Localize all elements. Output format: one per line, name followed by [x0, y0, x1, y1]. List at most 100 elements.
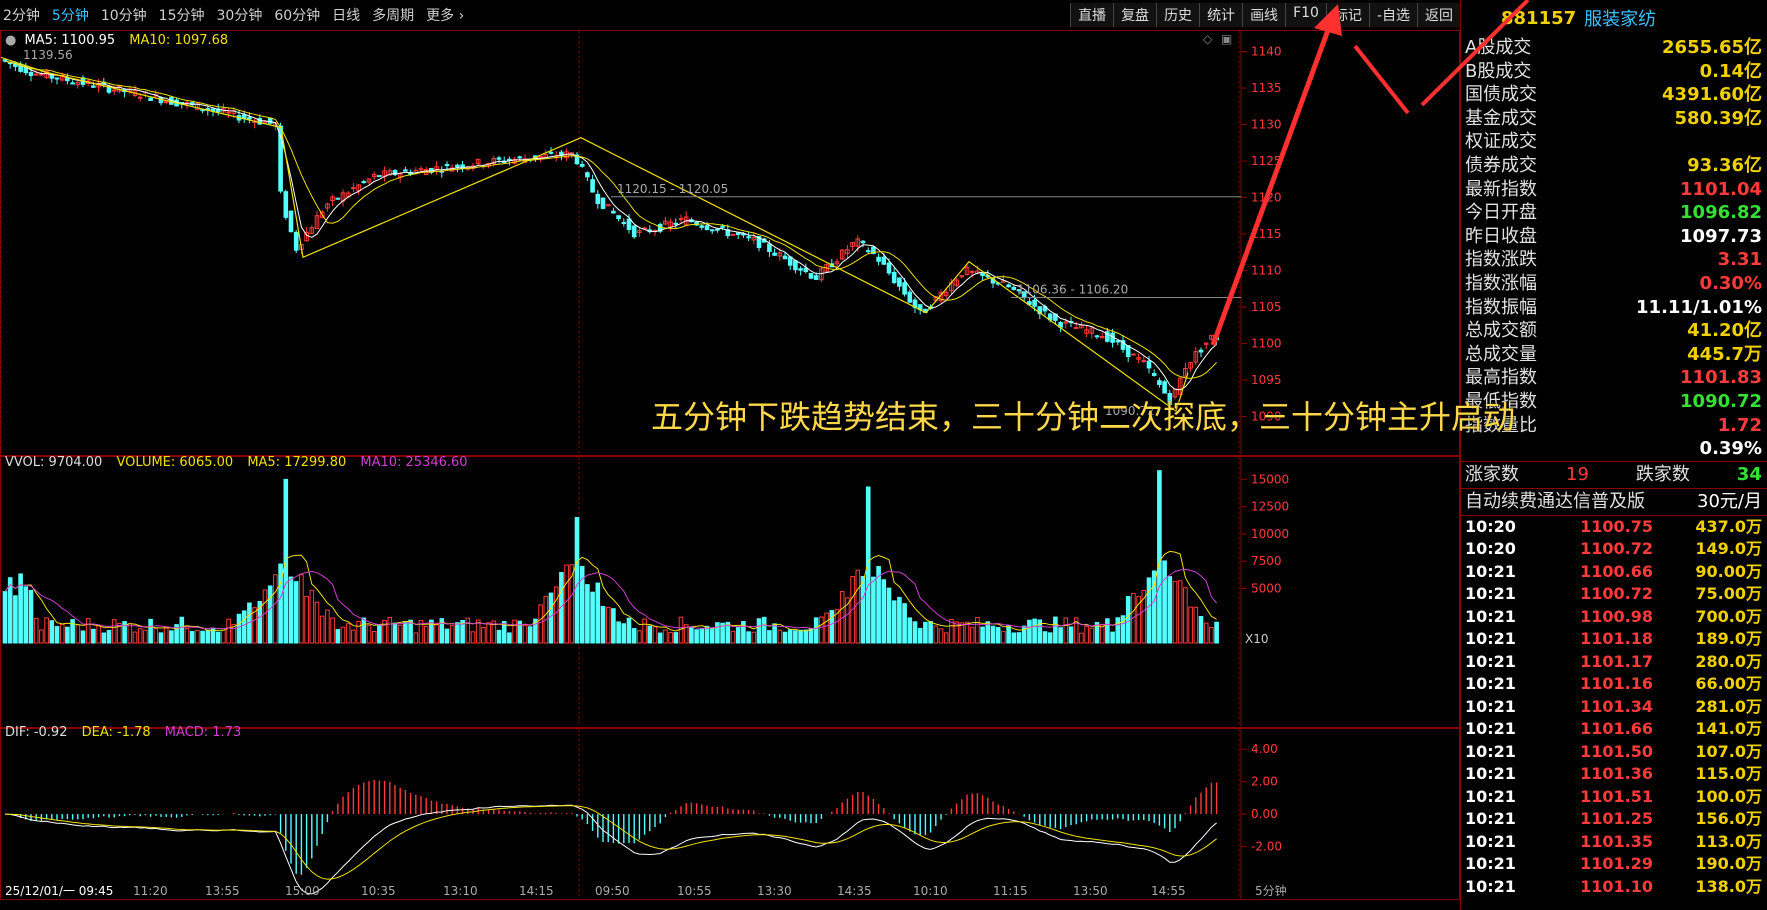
candle-body: [793, 260, 798, 271]
tick-price: 1101.36: [1580, 764, 1653, 784]
period-10min[interactable]: 10分钟: [101, 5, 147, 25]
candle-body: [897, 277, 902, 287]
period-more[interactable]: 更多 ›: [426, 5, 464, 25]
volume-bar: [75, 624, 81, 644]
period-30min[interactable]: 30分钟: [217, 5, 263, 25]
volume-bar: [163, 627, 169, 644]
menu-dot-icon[interactable]: ●: [5, 33, 16, 48]
stat-value: 1.72: [1717, 414, 1762, 436]
volume-bar: [1188, 606, 1193, 644]
time-axis-label: 14:35: [837, 884, 872, 898]
market-info-panel: 881157 服装家纺 A股成交 2655.65亿 B股成交 0.14亿 国债成交 439…: [1460, 0, 1767, 910]
stat-label: 指数涨幅: [1465, 272, 1537, 294]
tick-price: 1101.29: [1580, 854, 1653, 874]
tick-volume: 113.0万: [1695, 831, 1762, 851]
volume-bar: [481, 626, 486, 644]
candle-body: [980, 272, 985, 276]
candle-body: [1146, 360, 1152, 369]
volume-bar: [694, 629, 699, 644]
tick-row: 10:21 1101.34 281.0万: [1461, 696, 1767, 719]
vvol-legend: VVOL: 9704.00: [5, 455, 103, 470]
volume-bar: [65, 626, 70, 644]
volume-bar: [787, 629, 793, 644]
price-axis-label: 1135: [1251, 81, 1282, 95]
volume-bar: [299, 574, 304, 644]
tick-time: 10:21: [1465, 606, 1516, 626]
period-2min[interactable]: 2分钟: [3, 5, 40, 25]
volume-bar: [351, 629, 356, 644]
candle-body: [351, 187, 356, 190]
stat-row: 0.39%: [1461, 437, 1767, 461]
volume-bar: [1068, 626, 1074, 644]
volume-bar: [80, 630, 86, 644]
volume-bar: [881, 579, 887, 644]
price-legend: ● MA5: 1100.95 MA10: 1097.68: [5, 33, 238, 48]
remove-watchlist-button[interactable]: -自选: [1368, 3, 1417, 27]
subscription-row[interactable]: 自动续费通达信普及版 30元/月: [1461, 489, 1767, 516]
period-toolbar: 2分钟 5分钟 10分钟 15分钟 30分钟 60分钟 日线 多周期 更多 › …: [0, 0, 1460, 31]
tick-row: 10:21 1100.66 90.00万: [1461, 561, 1767, 584]
volume-bar: [855, 569, 861, 644]
volume-bar: [1125, 596, 1131, 644]
volume-bar: [793, 630, 798, 644]
period-multi[interactable]: 多周期: [372, 5, 414, 25]
back-button[interactable]: 返回: [1417, 3, 1460, 27]
price-axis-label: 1105: [1251, 300, 1282, 314]
volume-bar: [184, 628, 190, 644]
volume-bar: [1214, 621, 1219, 644]
volume-bar: [657, 632, 663, 644]
period-60min[interactable]: 60分钟: [274, 5, 320, 25]
volume-bar: [995, 626, 1001, 644]
volume-bar: [829, 610, 835, 644]
tick-price: 1100.72: [1580, 539, 1653, 559]
candle-body: [808, 273, 814, 279]
replay-button[interactable]: 复盘: [1113, 3, 1157, 27]
volume-bar: [470, 631, 476, 644]
live-button[interactable]: 直播: [1070, 3, 1114, 27]
tick-row: 10:21 1101.25 156.0万: [1461, 808, 1767, 831]
period-daily[interactable]: 日线: [332, 5, 360, 25]
history-button[interactable]: 历史: [1156, 3, 1200, 27]
volume-bar: [943, 632, 949, 644]
time-axis-label: 5分钟: [1255, 883, 1287, 898]
tick-row: 10:21 1100.72 75.00万: [1461, 583, 1767, 606]
volume-bar: [1021, 625, 1027, 644]
tick-volume: 700.0万: [1695, 606, 1762, 626]
time-axis-label: 10:35: [361, 884, 396, 898]
candle-body: [787, 256, 793, 266]
candle-body: [590, 179, 595, 193]
tick-price: 1100.98: [1580, 606, 1653, 626]
tick-volume: 107.0万: [1695, 741, 1762, 761]
period-15min[interactable]: 15分钟: [159, 5, 205, 25]
f10-button[interactable]: F10: [1285, 3, 1326, 27]
stat-row: 总成交量 445.7万: [1461, 343, 1767, 367]
tick-volume: 156.0万: [1695, 809, 1762, 829]
volume-bar: [756, 618, 762, 644]
volume-chart-panel[interactable]: VVOL: 9704.00 VOLUME: 6065.00 MA5: 17299…: [0, 455, 1460, 728]
volume-bar: [538, 604, 543, 644]
mark-button[interactable]: 标记: [1325, 3, 1369, 27]
volume-bar: [1105, 618, 1110, 644]
stats-button[interactable]: 统计: [1199, 3, 1243, 27]
sector-header[interactable]: 881157 服装家纺: [1461, 0, 1767, 36]
candle-body: [616, 215, 621, 220]
ma10-legend: MA10: 1097.68: [129, 33, 229, 48]
tick-time: 10:21: [1465, 786, 1516, 806]
candle-body: [111, 89, 117, 92]
volume-bar: [699, 628, 705, 644]
stat-value: 93.36亿: [1687, 154, 1762, 176]
tick-list[interactable]: 10:20 1100.75 437.0万 10:20 1100.72 149.0万 10:2…: [1461, 516, 1767, 899]
candle-body: [704, 225, 710, 230]
up-count-value: 19: [1566, 463, 1589, 485]
macd-chart-panel[interactable]: DIF: -0.92 DEA: -1.78 MACD: 1.73 4.00 2.0…: [0, 725, 1460, 900]
up-count-label: 涨家数: [1465, 463, 1519, 485]
volume-bar: [777, 629, 783, 644]
volume-bar: [663, 629, 668, 644]
tick-time: 10:21: [1465, 854, 1516, 874]
ma5-line: [4, 60, 1217, 391]
draw-line-button[interactable]: 画线: [1242, 3, 1286, 27]
volume-bar: [1027, 619, 1032, 644]
volume-bar: [767, 630, 772, 644]
period-5min[interactable]: 5分钟: [52, 5, 89, 25]
candle-body: [1214, 337, 1219, 341]
